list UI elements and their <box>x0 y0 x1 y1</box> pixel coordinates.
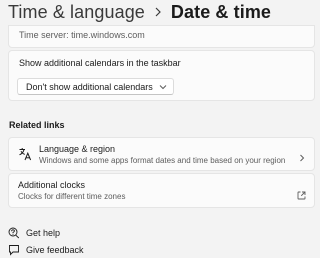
additional-calendars-dropdown[interactable]: Don't show additional calendars <box>17 78 174 95</box>
feedback-icon <box>8 244 20 256</box>
give-feedback-label: Give feedback <box>26 245 84 255</box>
additional-clocks-link[interactable]: Additional clocks Clocks for different t… <box>8 173 315 208</box>
chevron-right-icon <box>148 7 168 17</box>
language-region-link[interactable]: Language & region Windows and some apps … <box>8 137 315 171</box>
language-region-subtitle: Windows and some apps format dates and t… <box>39 156 286 165</box>
dropdown-selected-value: Don't show additional calendars <box>26 81 153 92</box>
language-region-title: Language & region <box>39 144 116 154</box>
page-title: Date & time <box>170 1 272 22</box>
give-feedback-link[interactable]: Give feedback <box>8 244 84 256</box>
time-server-card: Time server: time.windows.com <box>8 25 315 48</box>
get-help-link[interactable]: Get help <box>8 227 60 239</box>
open-external-icon <box>297 187 306 200</box>
related-links-heading: Related links <box>9 120 65 130</box>
additional-calendars-card: Show additional calendars in the taskbar… <box>8 50 315 101</box>
time-server-label: Time server: time.windows.com <box>19 30 145 40</box>
breadcrumb-parent-link[interactable]: Time & language <box>8 2 145 23</box>
additional-calendars-label: Show additional calendars in the taskbar <box>19 58 181 68</box>
help-icon <box>8 227 20 239</box>
breadcrumb: Time & language Date & time <box>8 0 271 24</box>
additional-clocks-subtitle: Clocks for different time zones <box>18 192 126 201</box>
language-region-icon <box>18 147 32 161</box>
get-help-label: Get help <box>26 228 61 238</box>
chevron-down-icon <box>159 83 167 91</box>
chevron-right-icon <box>298 150 306 162</box>
additional-clocks-title: Additional clocks <box>18 180 86 190</box>
